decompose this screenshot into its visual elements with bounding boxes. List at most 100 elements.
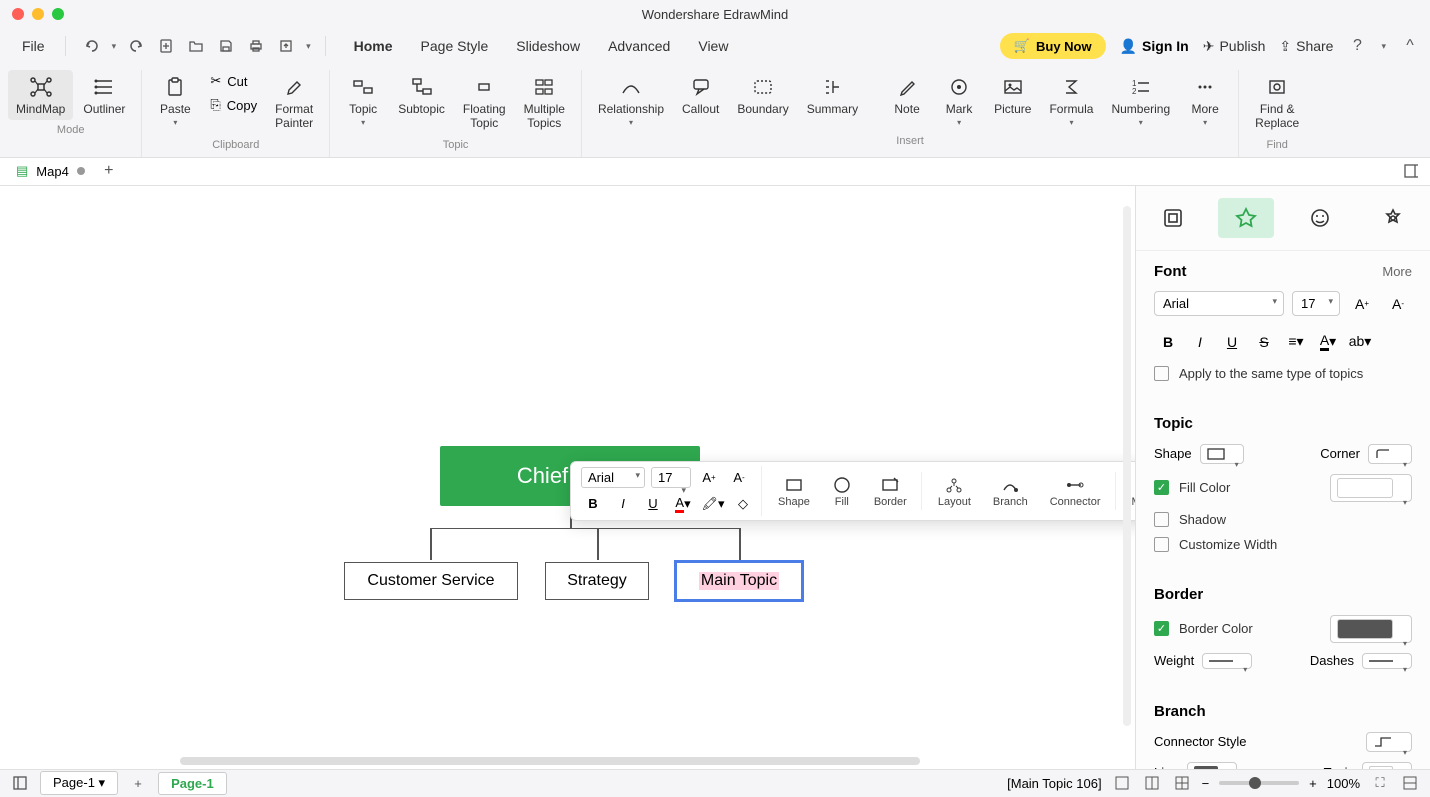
page-select[interactable]: Page-1 ▾ <box>40 771 118 795</box>
undo-button[interactable] <box>82 36 102 56</box>
copy-button[interactable]: ⎘Copy <box>202 94 265 116</box>
connector-tool[interactable]: Connector <box>1042 472 1109 510</box>
font-family-select[interactable]: Arial <box>581 467 645 488</box>
border-color-checkbox[interactable]: ✓ <box>1154 621 1169 636</box>
customize-width-checkbox[interactable] <box>1154 537 1169 552</box>
panel-tab-style[interactable] <box>1145 198 1201 238</box>
fill-color-checkbox[interactable]: ✓ <box>1154 480 1169 495</box>
formula-button[interactable]: Formula▾ <box>1041 70 1101 131</box>
toggle-panel-button[interactable] <box>1404 161 1424 181</box>
save-button[interactable] <box>216 36 236 56</box>
maximize-window-button[interactable] <box>52 8 64 20</box>
fullscreen-button[interactable]: ⛶ <box>1370 773 1390 793</box>
view-mode-3[interactable] <box>1172 773 1192 793</box>
underline-button[interactable]: U <box>641 492 665 516</box>
child-node-1[interactable]: Customer Service <box>344 562 518 600</box>
bold-button[interactable]: B <box>581 492 605 516</box>
decrease-font-button[interactable]: A- <box>727 466 751 490</box>
multiple-topics-button[interactable]: Multiple Topics <box>516 70 573 135</box>
cut-button[interactable]: ✂Cut <box>202 70 265 92</box>
border-tool[interactable]: Border <box>866 472 915 510</box>
clear-format-button[interactable]: ◇ <box>731 492 755 516</box>
panel-tab-icon[interactable] <box>1292 198 1348 238</box>
close-window-button[interactable] <box>12 8 24 20</box>
fill-color-select[interactable] <box>1330 474 1412 502</box>
redo-button[interactable] <box>126 36 146 56</box>
new-button[interactable] <box>156 36 176 56</box>
fit-page-button[interactable] <box>1400 773 1420 793</box>
corner-select[interactable] <box>1368 444 1412 464</box>
format-painter-button[interactable]: Format Painter <box>267 70 321 135</box>
underline-panel-button[interactable]: U <box>1218 328 1246 356</box>
outliner-mode-button[interactable]: Outliner <box>75 70 133 120</box>
menu-slideshow[interactable]: Slideshow <box>504 32 592 60</box>
zoom-in-button[interactable]: + <box>1309 776 1317 791</box>
font-size-panel-select[interactable]: 17 <box>1292 291 1340 316</box>
page-panel-toggle[interactable] <box>10 773 30 793</box>
italic-panel-button[interactable]: I <box>1186 328 1214 356</box>
mindmap-mode-button[interactable]: MindMap <box>8 70 73 120</box>
menu-file[interactable]: File <box>10 32 57 60</box>
boundary-button[interactable]: Boundary <box>729 70 796 120</box>
panel-tab-clipart[interactable] <box>1365 198 1421 238</box>
child-node-2[interactable]: Strategy <box>545 562 649 600</box>
menu-home[interactable]: Home <box>342 32 405 60</box>
page-tab-1[interactable]: Page-1 <box>158 772 227 795</box>
topic-button[interactable]: Topic▾ <box>338 70 388 131</box>
add-tab-button[interactable]: + <box>99 161 119 181</box>
relationship-button[interactable]: Relationship▾ <box>590 70 672 131</box>
border-color-select[interactable] <box>1330 615 1412 643</box>
strikethrough-panel-button[interactable]: S <box>1250 328 1278 356</box>
summary-button[interactable]: Summary <box>799 70 866 120</box>
font-more-button[interactable]: More <box>1382 264 1412 279</box>
sign-in-button[interactable]: 👤 Sign In <box>1120 38 1189 55</box>
fill-tool[interactable]: Fill <box>824 472 860 510</box>
font-size-select[interactable]: 17 <box>651 467 691 488</box>
more-insert-button[interactable]: More▾ <box>1180 70 1230 131</box>
menu-page-style[interactable]: Page Style <box>409 32 501 60</box>
menu-view[interactable]: View <box>686 32 740 60</box>
minimize-window-button[interactable] <box>32 8 44 20</box>
floating-topic-button[interactable]: Floating Topic <box>455 70 514 135</box>
menu-advanced[interactable]: Advanced <box>596 32 682 60</box>
shadow-checkbox[interactable] <box>1154 512 1169 527</box>
print-button[interactable] <box>246 36 266 56</box>
increase-font-button[interactable]: A+ <box>697 466 721 490</box>
shape-select[interactable] <box>1200 444 1244 464</box>
picture-button[interactable]: Picture <box>986 70 1039 120</box>
panel-tab-format[interactable] <box>1218 198 1274 238</box>
find-replace-button[interactable]: Find & Replace <box>1247 70 1307 135</box>
weight-select[interactable] <box>1202 653 1252 669</box>
publish-button[interactable]: ✈ Publish <box>1203 38 1266 55</box>
font-color-panel-button[interactable]: A▾ <box>1314 328 1342 356</box>
document-tab[interactable]: ▤ Map4 <box>6 159 95 183</box>
add-page-button[interactable]: + <box>128 773 148 793</box>
case-panel-button[interactable]: ab▾ <box>1346 328 1374 356</box>
line-color-select[interactable] <box>1187 762 1237 769</box>
open-button[interactable] <box>186 36 206 56</box>
italic-button[interactable]: I <box>611 492 635 516</box>
apply-same-checkbox[interactable] <box>1154 366 1169 381</box>
highlight-button[interactable]: 🖍▾ <box>701 492 725 516</box>
share-button[interactable]: ⇪ Share <box>1279 38 1333 55</box>
layout-tool[interactable]: Layout <box>930 472 979 510</box>
buy-now-button[interactable]: 🛒 Buy Now <box>1000 33 1106 59</box>
dashes-select[interactable] <box>1362 653 1412 669</box>
horizontal-scrollbar[interactable] <box>180 757 920 765</box>
decrease-font-panel[interactable]: A- <box>1384 290 1412 318</box>
view-mode-1[interactable] <box>1112 773 1132 793</box>
zoom-slider[interactable] <box>1219 781 1299 785</box>
note-button[interactable]: Note <box>882 70 932 120</box>
help-button[interactable]: ? <box>1347 36 1367 56</box>
font-family-panel-select[interactable]: Arial <box>1154 291 1284 316</box>
zoom-out-button[interactable]: − <box>1202 776 1210 791</box>
callout-button[interactable]: Callout <box>674 70 727 120</box>
vertical-scrollbar[interactable] <box>1123 206 1131 726</box>
shape-tool[interactable]: Shape <box>770 472 818 510</box>
paste-button[interactable]: Paste ▾ <box>150 70 200 131</box>
subtopic-button[interactable]: Subtopic <box>390 70 453 120</box>
view-mode-2[interactable] <box>1142 773 1162 793</box>
collapse-ribbon-button[interactable]: ^ <box>1400 36 1420 56</box>
align-panel-button[interactable]: ≡▾ <box>1282 328 1310 356</box>
child-node-3-selected[interactable]: Main Topic <box>674 560 804 602</box>
